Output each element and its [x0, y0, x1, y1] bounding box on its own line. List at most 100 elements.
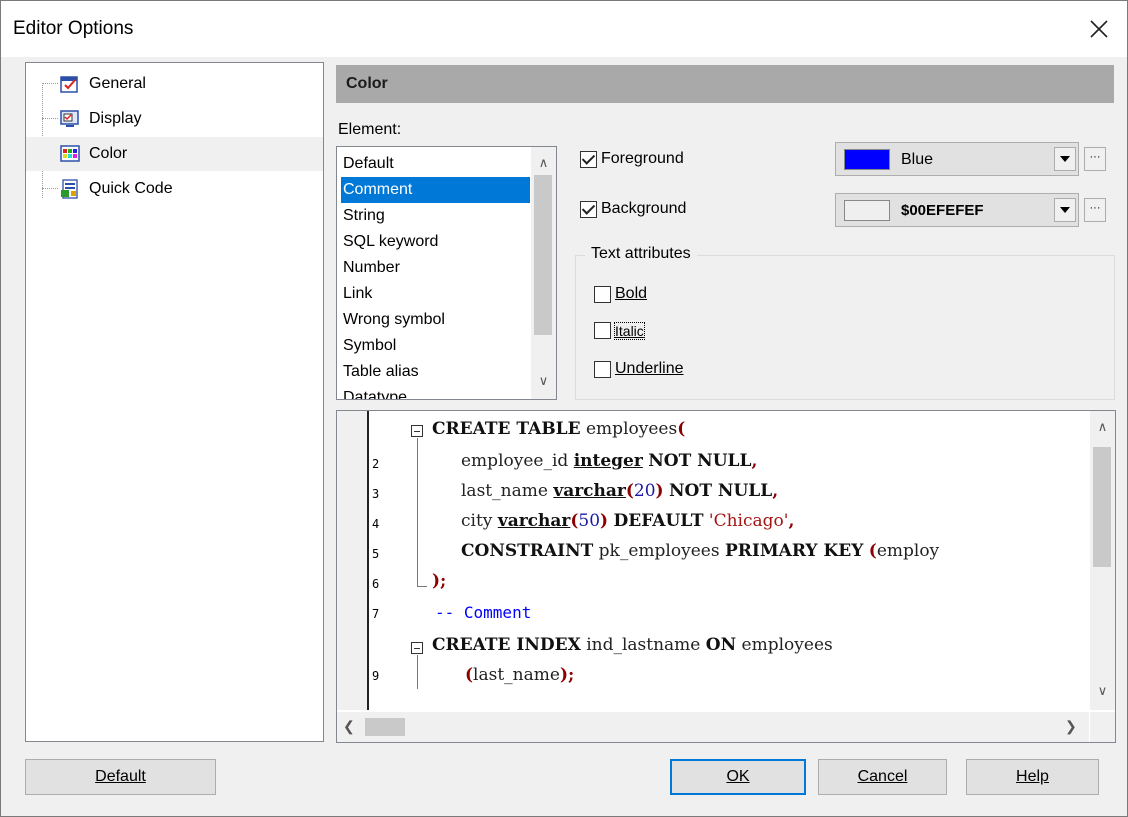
code-line: (last_name); [465, 665, 575, 685]
chevron-down-icon [1060, 207, 1070, 213]
fold-collapse-icon[interactable] [411, 425, 423, 437]
dropdown-button[interactable] [1054, 147, 1076, 171]
editor-vertical-scrollbar[interactable]: ∧ ∨ [1090, 411, 1115, 710]
editor-horizontal-scrollbar[interactable]: ❮ ❯ [337, 712, 1089, 742]
scroll-up-icon[interactable]: ∧ [1090, 419, 1115, 435]
tree-item-display[interactable]: Display [60, 102, 322, 136]
default-button[interactable]: Default [25, 759, 216, 795]
scroll-thumb[interactable] [365, 718, 405, 736]
list-item[interactable]: Datatype [341, 385, 530, 399]
foreground-checkbox-row[interactable]: Foreground [580, 150, 684, 168]
display-icon [60, 109, 80, 129]
code-line: city varchar(50) DEFAULT 'Chicago', [461, 511, 795, 531]
tree-item-label: Quick Code [89, 180, 173, 197]
background-swatch [844, 200, 890, 221]
list-item[interactable]: Symbol [341, 333, 530, 359]
list-item[interactable]: Default [341, 151, 530, 177]
gutter [337, 411, 367, 710]
foreground-value: Blue [901, 151, 934, 168]
tree-item-label: Display [89, 110, 142, 127]
line-number: 4 [372, 517, 380, 531]
code-line: CREATE TABLE employees( [432, 419, 686, 439]
section-title: Color [346, 75, 388, 92]
italic-label: Italic [614, 321, 645, 340]
background-label: Background [601, 200, 687, 217]
window-title: Editor Options [13, 18, 134, 39]
bold-checkbox-row[interactable]: Bold [594, 285, 647, 303]
ok-button[interactable]: OK [670, 759, 806, 795]
background-value: $00EFEFEF [901, 202, 984, 219]
tree-item-quick-code[interactable]: Quick Code [60, 172, 322, 206]
element-list-scrollbar[interactable]: ∧ ∨ [531, 147, 556, 399]
chevron-down-icon [1060, 156, 1070, 162]
help-button[interactable]: Help [966, 759, 1099, 795]
line-number: 3 [372, 487, 380, 501]
underline-checkbox-row[interactable]: Underline [594, 360, 683, 378]
scroll-up-icon[interactable]: ∧ [531, 155, 556, 171]
foreground-ellipsis-button[interactable]: ··· [1084, 147, 1106, 171]
close-icon [1090, 20, 1108, 38]
background-color-combo[interactable]: $00EFEFEF [835, 193, 1079, 227]
title-bar: Editor Options [1, 1, 1127, 57]
foreground-color-combo[interactable]: Blue [835, 142, 1079, 176]
underline-label: Underline [615, 360, 684, 377]
code-line: ); [432, 571, 447, 591]
text-attributes-label: Text attributes [585, 245, 697, 263]
line-number: 2 [372, 457, 380, 471]
line-number: 5 [372, 547, 380, 561]
check-icon [581, 150, 596, 165]
text-attributes-group [575, 255, 1115, 400]
bold-checkbox[interactable] [594, 285, 611, 303]
list-item[interactable]: SQL keyword [341, 229, 530, 255]
list-item[interactable]: Wrong symbol [341, 307, 530, 333]
general-icon [60, 74, 80, 94]
cancel-button[interactable]: Cancel [818, 759, 947, 795]
section-header: Color [336, 65, 1114, 103]
color-icon [60, 144, 80, 164]
code-line: employee_id integer NOT NULL, [461, 451, 758, 471]
scroll-down-icon[interactable]: ∨ [1090, 683, 1115, 699]
foreground-checkbox[interactable] [580, 150, 597, 168]
foreground-swatch [844, 149, 890, 170]
help-button-label: Help [1016, 768, 1049, 785]
background-ellipsis-button[interactable]: ··· [1084, 198, 1106, 222]
tree-item-color[interactable]: Color [26, 137, 323, 171]
fold-collapse-icon[interactable] [411, 642, 423, 654]
tree-item-label: Color [89, 145, 128, 162]
ok-button-label: OK [726, 768, 750, 785]
foreground-label: Foreground [601, 150, 684, 167]
background-checkbox-row[interactable]: Background [580, 200, 686, 218]
code-line: CREATE INDEX ind_lastname ON employees [432, 635, 833, 655]
line-number: 7 [372, 607, 380, 621]
close-button[interactable] [1071, 1, 1127, 57]
code-line: CONSTRAINT pk_employees PRIMARY KEY (emp… [461, 541, 940, 561]
background-checkbox[interactable] [580, 200, 597, 218]
line-number: 6 [372, 577, 380, 591]
italic-checkbox[interactable] [594, 322, 611, 339]
scroll-thumb[interactable] [1093, 447, 1111, 567]
default-button-label: Default [95, 768, 146, 785]
code-preview[interactable]: 2 3 4 5 6 7 9 CREATE TABLE employees( em… [336, 410, 1116, 743]
scroll-down-icon[interactable]: ∨ [531, 373, 556, 389]
element-list[interactable]: Default Comment String SQL keyword Numbe… [336, 146, 557, 400]
list-item[interactable]: Link [341, 281, 530, 307]
bold-label: Bold [615, 285, 648, 302]
scroll-left-icon[interactable]: ❮ [343, 718, 355, 735]
scroll-right-icon[interactable]: ❯ [1065, 718, 1077, 735]
italic-checkbox-row[interactable]: Italic [594, 321, 645, 340]
quick-code-icon [60, 179, 80, 199]
list-item[interactable]: Number [341, 255, 530, 281]
underline-checkbox[interactable] [594, 360, 611, 378]
options-tree: General Display Color Quick Code [25, 62, 324, 742]
scroll-thumb[interactable] [534, 175, 552, 335]
list-item[interactable]: Table alias [341, 359, 530, 385]
tree-item-label: General [89, 75, 146, 92]
editor-options-dialog: Editor Options General Display Color Qui… [0, 0, 1128, 817]
list-item[interactable]: String [341, 203, 530, 229]
check-icon [581, 200, 596, 215]
code-line: last_name varchar(20) NOT NULL, [461, 481, 779, 501]
dropdown-button[interactable] [1054, 198, 1076, 222]
list-item[interactable]: Comment [341, 177, 530, 203]
code-line: -- Comment [435, 603, 532, 622]
tree-item-general[interactable]: General [60, 67, 322, 101]
